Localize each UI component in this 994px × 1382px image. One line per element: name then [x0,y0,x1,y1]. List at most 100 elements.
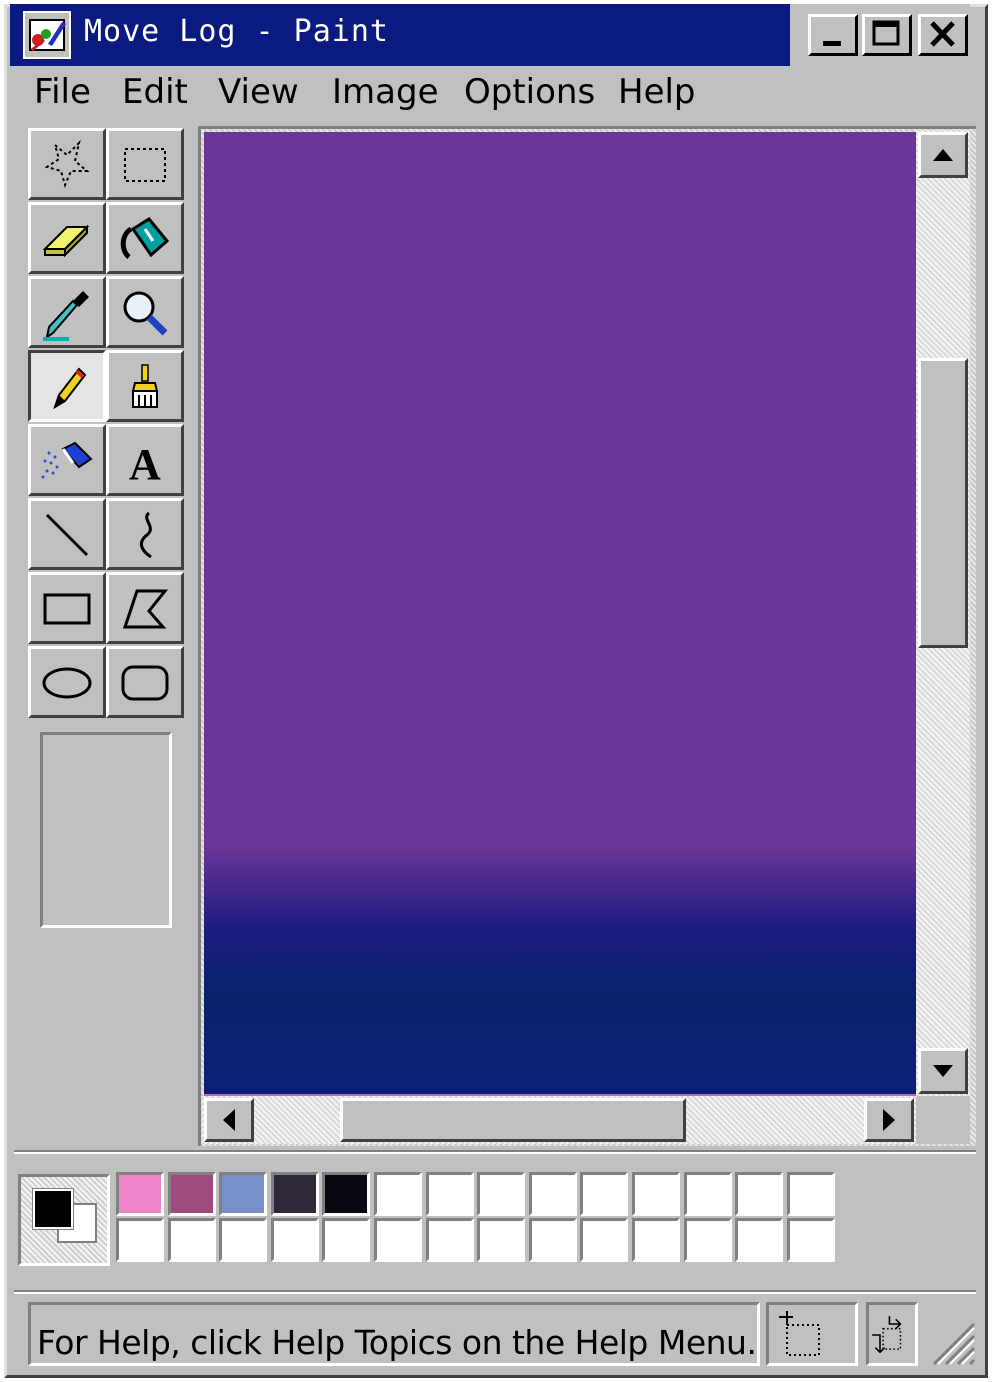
scroll-right-button[interactable] [864,1098,914,1142]
palette-swatch[interactable] [374,1218,422,1262]
tool-box: A [22,124,188,724]
foreground-color-swatch[interactable] [32,1188,74,1230]
palette-swatch[interactable] [735,1218,783,1262]
menu-file[interactable]: File [34,72,91,112]
arrow-right-icon [883,1109,895,1131]
palette-swatch[interactable] [426,1172,474,1216]
tool-text[interactable]: A [106,424,184,496]
status-help-panel: For Help, click Help Topics on the Help … [28,1302,760,1366]
tool-airbrush[interactable] [28,424,106,496]
paint-bucket-icon [120,217,170,259]
free-form-select-icon [44,139,90,188]
menu-options[interactable]: Options [464,72,595,112]
window-title: Move Log - Paint [84,14,389,49]
palette-swatch[interactable] [271,1218,319,1262]
palette-swatch[interactable] [477,1172,525,1216]
palette-swatch[interactable] [168,1172,216,1216]
tool-ellipse[interactable] [28,646,106,718]
tool-eraser[interactable] [28,202,106,274]
tool-free-form-select[interactable] [28,128,106,200]
rectangle-select-icon [124,148,166,182]
brush-icon [131,364,159,408]
palette-swatch[interactable] [529,1172,577,1216]
canvas-area [198,126,976,1146]
status-size-panel [866,1302,918,1366]
rounded-rectangle-icon [121,665,169,701]
airbrush-icon [41,441,93,479]
maximize-button[interactable] [862,14,912,56]
minimize-icon [823,41,841,46]
menu-image[interactable]: Image [332,72,438,112]
palette-swatch[interactable] [271,1172,319,1216]
tool-pencil[interactable] [28,350,106,422]
tool-polygon[interactable] [106,572,184,644]
arrow-up-icon [933,149,953,161]
arrow-left-icon [223,1109,235,1131]
vertical-scroll-thumb[interactable] [918,358,968,648]
close-icon [930,21,955,47]
palette-swatch[interactable] [580,1218,628,1262]
tool-magnifier[interactable] [106,276,184,348]
rectangle-icon [43,593,91,625]
tool-options-box[interactable] [40,732,172,928]
status-divider [14,1290,976,1294]
horizontal-scrollbar[interactable] [202,1096,916,1144]
palette-swatch[interactable] [477,1218,525,1262]
palette-swatch[interactable] [116,1172,164,1216]
magnifier-icon [123,291,168,336]
tool-rectangle[interactable] [28,572,106,644]
palette-swatch[interactable] [580,1172,628,1216]
horizontal-scroll-thumb[interactable] [340,1098,686,1142]
palette-swatch[interactable] [684,1172,732,1216]
palette-divider [14,1150,976,1154]
text-icon: A [129,440,161,489]
palette-swatch[interactable] [219,1172,267,1216]
menu-edit[interactable]: Edit [122,72,188,112]
tool-rounded-rectangle[interactable] [106,646,184,718]
palette-swatch[interactable] [219,1218,267,1262]
pencil-icon [53,367,87,410]
palette-swatch[interactable] [787,1172,835,1216]
menu-help[interactable]: Help [618,72,696,112]
menu-bar: File Edit View Image Options Help [10,66,970,120]
vertical-scrollbar[interactable] [916,130,970,1096]
drawing-canvas[interactable] [204,132,916,1094]
palette-swatch[interactable] [684,1218,732,1262]
palette-swatch[interactable] [426,1218,474,1262]
tool-pick-color[interactable] [28,276,106,348]
scroll-up-button[interactable] [918,132,968,178]
palette-swatch[interactable] [787,1218,835,1262]
palette-swatch[interactable] [322,1172,370,1216]
svg-text:A: A [129,440,161,489]
tool-fill-with-color[interactable] [106,202,184,274]
color-indicator[interactable] [18,1174,110,1266]
menu-view[interactable]: View [218,72,299,112]
scroll-left-button[interactable] [204,1098,254,1142]
scrollbar-corner [916,1096,970,1144]
palette-swatch[interactable] [632,1172,680,1216]
close-button[interactable] [918,14,968,56]
resize-grip-icon[interactable] [924,1314,976,1366]
scroll-down-button[interactable] [918,1048,968,1094]
paint-app-icon[interactable] [22,10,72,60]
maximize-icon [872,20,900,46]
tool-curve[interactable] [106,498,184,570]
selection-size-icon [872,1316,902,1354]
tool-select[interactable] [106,128,184,200]
palette-swatch[interactable] [322,1218,370,1262]
eraser-icon [42,224,90,258]
cursor-position-icon [779,1311,820,1356]
palette-swatch[interactable] [116,1218,164,1262]
palette-swatch[interactable] [168,1218,216,1262]
palette-swatch[interactable] [529,1218,577,1262]
palette-swatch[interactable] [735,1172,783,1216]
tool-line[interactable] [28,498,106,570]
title-bar[interactable]: Move Log - Paint [10,4,970,66]
tool-brush[interactable] [106,350,184,422]
minimize-button[interactable] [808,14,858,56]
palette-swatch[interactable] [632,1218,680,1262]
status-help-text: For Help, click Help Topics on the Help … [37,1323,757,1362]
eyedropper-icon [43,291,89,341]
palette-swatch[interactable] [374,1172,422,1216]
status-position-panel [766,1302,858,1366]
